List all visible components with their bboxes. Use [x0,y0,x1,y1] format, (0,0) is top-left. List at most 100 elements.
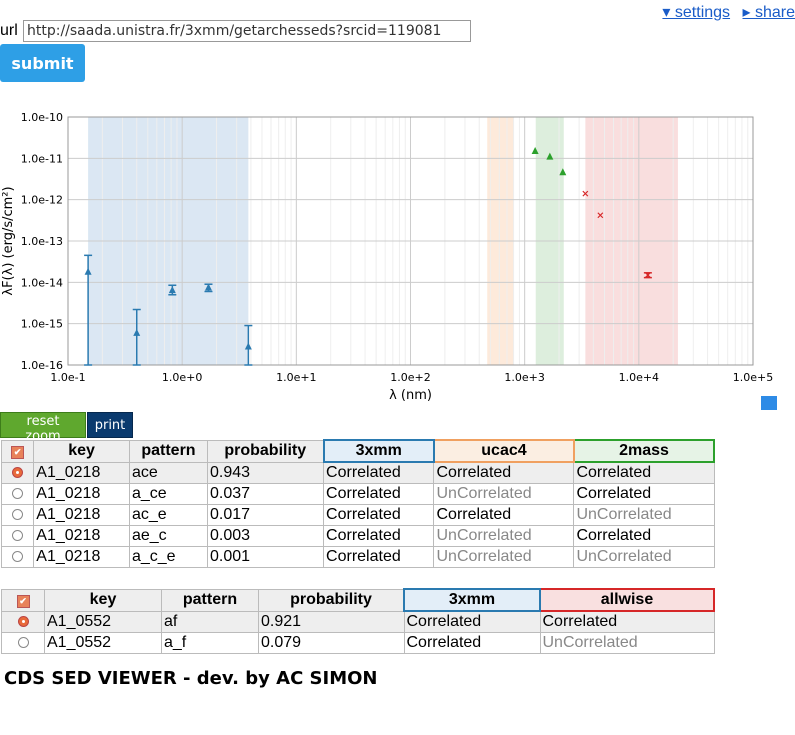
radio-icon[interactable] [12,551,24,563]
cell-c2: Correlated [433,461,575,484]
table-row[interactable]: A1_0218 ae_c 0.003 Correlated UnCorrelated Co… [0,525,715,547]
cell-c1: Correlated [403,632,541,654]
sed-chart[interactable]: 1.0e-1 1.0e+0 1.0e+1 1.0e+2 1.0e+3 1.0e+4 1.0e… [0,105,795,405]
cell-c3: UnCorrelated [573,504,715,526]
y-tick-label: 1.0e-14 [21,276,63,289]
row-radio[interactable] [0,461,35,484]
url-input[interactable] [23,20,471,42]
cell-probability: 0.943 [206,461,325,484]
cell-key: A1_0218 [33,461,130,484]
radio-icon[interactable] [12,509,24,521]
col-probability: probability [206,439,325,463]
top-links: ▾ settings ▸ share [654,2,795,22]
row-radio[interactable] [0,525,35,547]
y-tick-label: 1.0e-15 [21,318,63,331]
cell-pattern: ace [128,461,208,484]
cell-c2: Correlated [539,610,715,633]
col-probability: probability [258,588,405,612]
cell-c2: UnCorrelated [539,632,715,654]
row-radio[interactable] [1,632,45,654]
x-tick-label: 1.0e+1 [276,371,316,384]
radio-icon[interactable] [12,530,24,542]
y-tick-label: 1.0e-10 [21,111,63,124]
print-button[interactable]: print [87,412,133,438]
table-row[interactable]: A1_0552 a_f 0.079 Correlated UnCorrelated [1,632,715,654]
x-tick-label: 1.0e+4 [619,371,659,384]
y-tick-label: 1.0e-11 [21,152,63,165]
cell-probability: 0.017 [206,504,325,526]
col-3xmm: 3xmm [322,439,435,463]
cell-c2: Correlated [433,504,575,526]
cell-pattern: ac_e [128,504,208,526]
x-tick-label: 1.0e+2 [390,371,430,384]
reset-zoom-button[interactable]: reset zoom [0,412,86,444]
table-row[interactable]: A1_0218 a_ce 0.037 Correlated UnCorrelated Co… [0,483,715,505]
row-radio[interactable] [1,610,45,633]
row-radio[interactable] [0,483,35,505]
cell-c1: Correlated [323,483,435,505]
cell-pattern: ae_c [128,525,208,547]
correlation-table-2: ✔ key pattern probability 3xmm allwise A… [1,588,715,654]
x-tick-label: 1.0e+5 [733,371,773,384]
col-allwise: allwise [539,588,715,612]
cell-key: A1_0552 [44,610,162,633]
cell-key: A1_0218 [33,483,130,505]
x-tick-label: 1.0e+0 [162,371,202,384]
table-row[interactable]: A1_0552 af 0.921 Correlated Correlated [1,610,715,633]
y-axis-label: λF(λ) (erg/s/cm²) [1,186,16,295]
select-all-checkbox[interactable]: ✔ [0,439,35,463]
col-pattern: pattern [161,588,259,612]
share-link[interactable]: ▸ share [743,4,795,21]
col-2mass: 2mass [572,439,716,463]
footer-credit: CDS SED VIEWER - dev. by AC SIMON [4,668,378,689]
cell-c3: Correlated [573,461,715,484]
x-tick-label: 1.0e+3 [504,371,544,384]
table-row[interactable]: A1_0218 a_c_e 0.001 Correlated UnCorrelated U… [0,546,715,568]
cell-c2: UnCorrelated [433,525,575,547]
cell-c1: Correlated [403,610,541,633]
cell-probability: 0.079 [258,632,405,654]
cell-key: A1_0218 [33,504,130,526]
cell-probability: 0.003 [206,525,325,547]
url-label: url [0,22,18,39]
radio-icon[interactable] [12,467,24,479]
cell-c3: Correlated [573,525,715,547]
cell-c3: UnCorrelated [573,546,715,568]
col-pattern: pattern [128,439,208,463]
radio-icon[interactable] [17,616,29,628]
y-tick-label: 1.0e-12 [21,194,63,207]
cell-c3: Correlated [573,483,715,505]
col-key: key [44,588,162,612]
cell-probability: 0.921 [258,610,405,633]
settings-link[interactable]: ▾ settings [662,4,730,21]
cell-probability: 0.001 [206,546,325,568]
cell-key: A1_0218 [33,546,130,568]
y-tick-label: 1.0e-16 [21,359,63,372]
x-tick-label: 1.0e-1 [50,371,85,384]
table-row[interactable]: A1_0218 ac_e 0.017 Correlated Correlated UnCo… [0,504,715,526]
select-all-checkbox[interactable]: ✔ [1,588,45,612]
zoom-handle[interactable] [761,396,777,410]
cell-c1: Correlated [323,461,435,484]
cell-key: A1_0552 [44,632,162,654]
radio-icon[interactable] [12,488,24,500]
table-row[interactable]: A1_0218 ace 0.943 Correlated Correlated Corre… [0,461,715,484]
radio-icon[interactable] [17,637,29,649]
cell-c1: Correlated [323,504,435,526]
cell-c1: Correlated [323,525,435,547]
cell-c2: UnCorrelated [433,483,575,505]
row-radio[interactable] [0,546,35,568]
col-key: key [33,439,130,463]
row-radio[interactable] [0,504,35,526]
cell-c1: Correlated [323,546,435,568]
x-axis-label: λ (nm) [389,388,432,403]
cell-pattern: a_ce [128,483,208,505]
col-ucac4: ucac4 [432,439,575,463]
cell-pattern: a_f [161,632,259,654]
cell-pattern: a_c_e [128,546,208,568]
correlation-table-1: ✔ key pattern probability 3xmm ucac4 2ma… [0,439,716,568]
submit-button[interactable]: submit [0,44,85,82]
col-3xmm: 3xmm [403,588,541,612]
cell-pattern: af [161,610,259,633]
cell-key: A1_0218 [33,525,130,547]
